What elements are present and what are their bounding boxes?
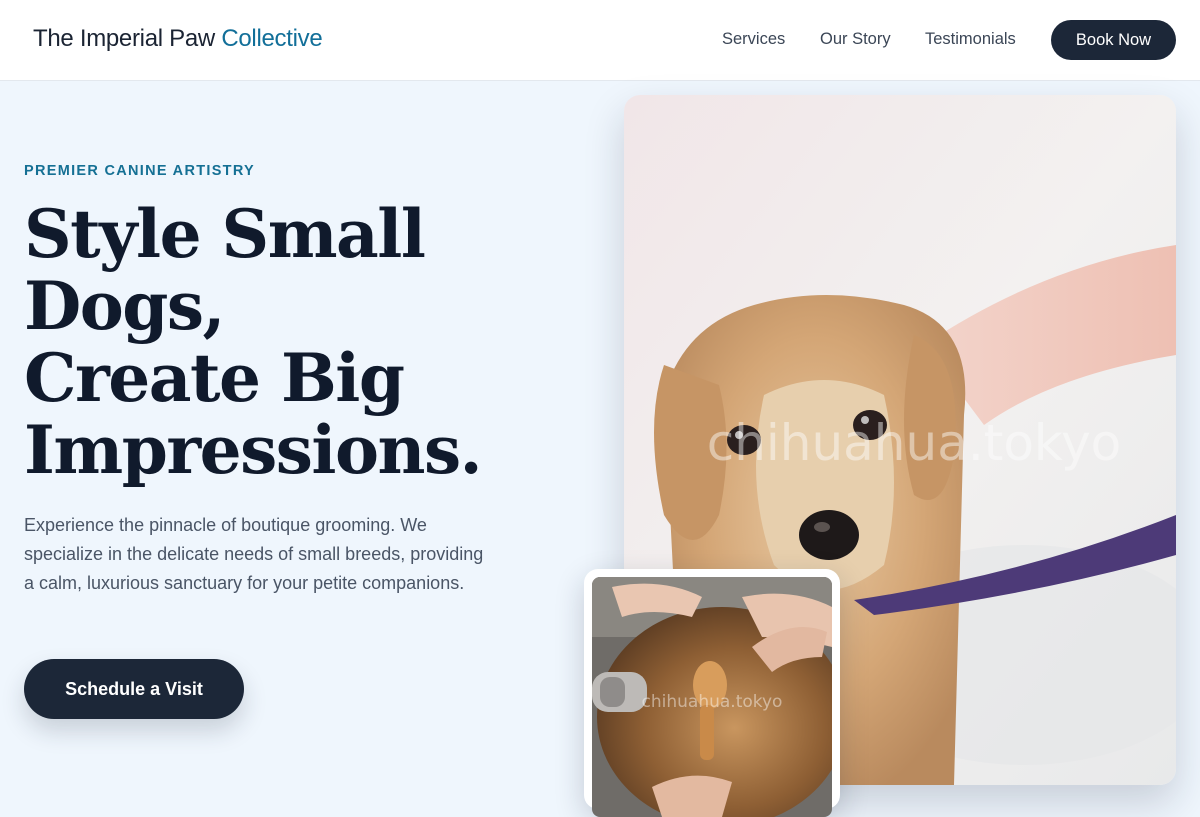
schedule-visit-button[interactable]: Schedule a Visit bbox=[24, 659, 244, 719]
book-now-button[interactable]: Book Now bbox=[1051, 20, 1176, 60]
site-header: The Imperial Paw Collective Services Our… bbox=[0, 0, 1200, 81]
headline-line: Dogs, bbox=[24, 267, 226, 345]
headline-line: Create Big bbox=[24, 339, 405, 417]
nav-link-testimonials[interactable]: Testimonials bbox=[925, 30, 1016, 49]
nav-link-services[interactable]: Services bbox=[722, 30, 785, 49]
hero-eyebrow: PREMIER CANINE ARTISTRY bbox=[24, 163, 256, 179]
brand-name: The Imperial Paw bbox=[33, 25, 215, 52]
nav-link-our-story[interactable]: Our Story bbox=[820, 30, 891, 49]
brand-name-accent: Collective bbox=[221, 25, 323, 52]
inset-photo-watermark: chihuahua.tokyo bbox=[642, 692, 783, 712]
headline-line: Style Small bbox=[24, 195, 426, 273]
brand-logo[interactable]: The Imperial Paw Collective bbox=[33, 25, 323, 53]
grooming-inset-photo: chihuahua.tokyo bbox=[592, 577, 832, 817]
hero-headline: Style Small Dogs, Create Big Impressions… bbox=[24, 198, 584, 486]
headline-line: Impressions. bbox=[24, 411, 483, 489]
brushing-dog-image: chihuahua.tokyo bbox=[592, 577, 832, 817]
hero-description: Experience the pinnacle of boutique groo… bbox=[24, 515, 484, 593]
grooming-inset-card: chihuahua.tokyo bbox=[584, 569, 840, 817]
main-photo-watermark: chihuahua.tokyo bbox=[707, 414, 1122, 472]
